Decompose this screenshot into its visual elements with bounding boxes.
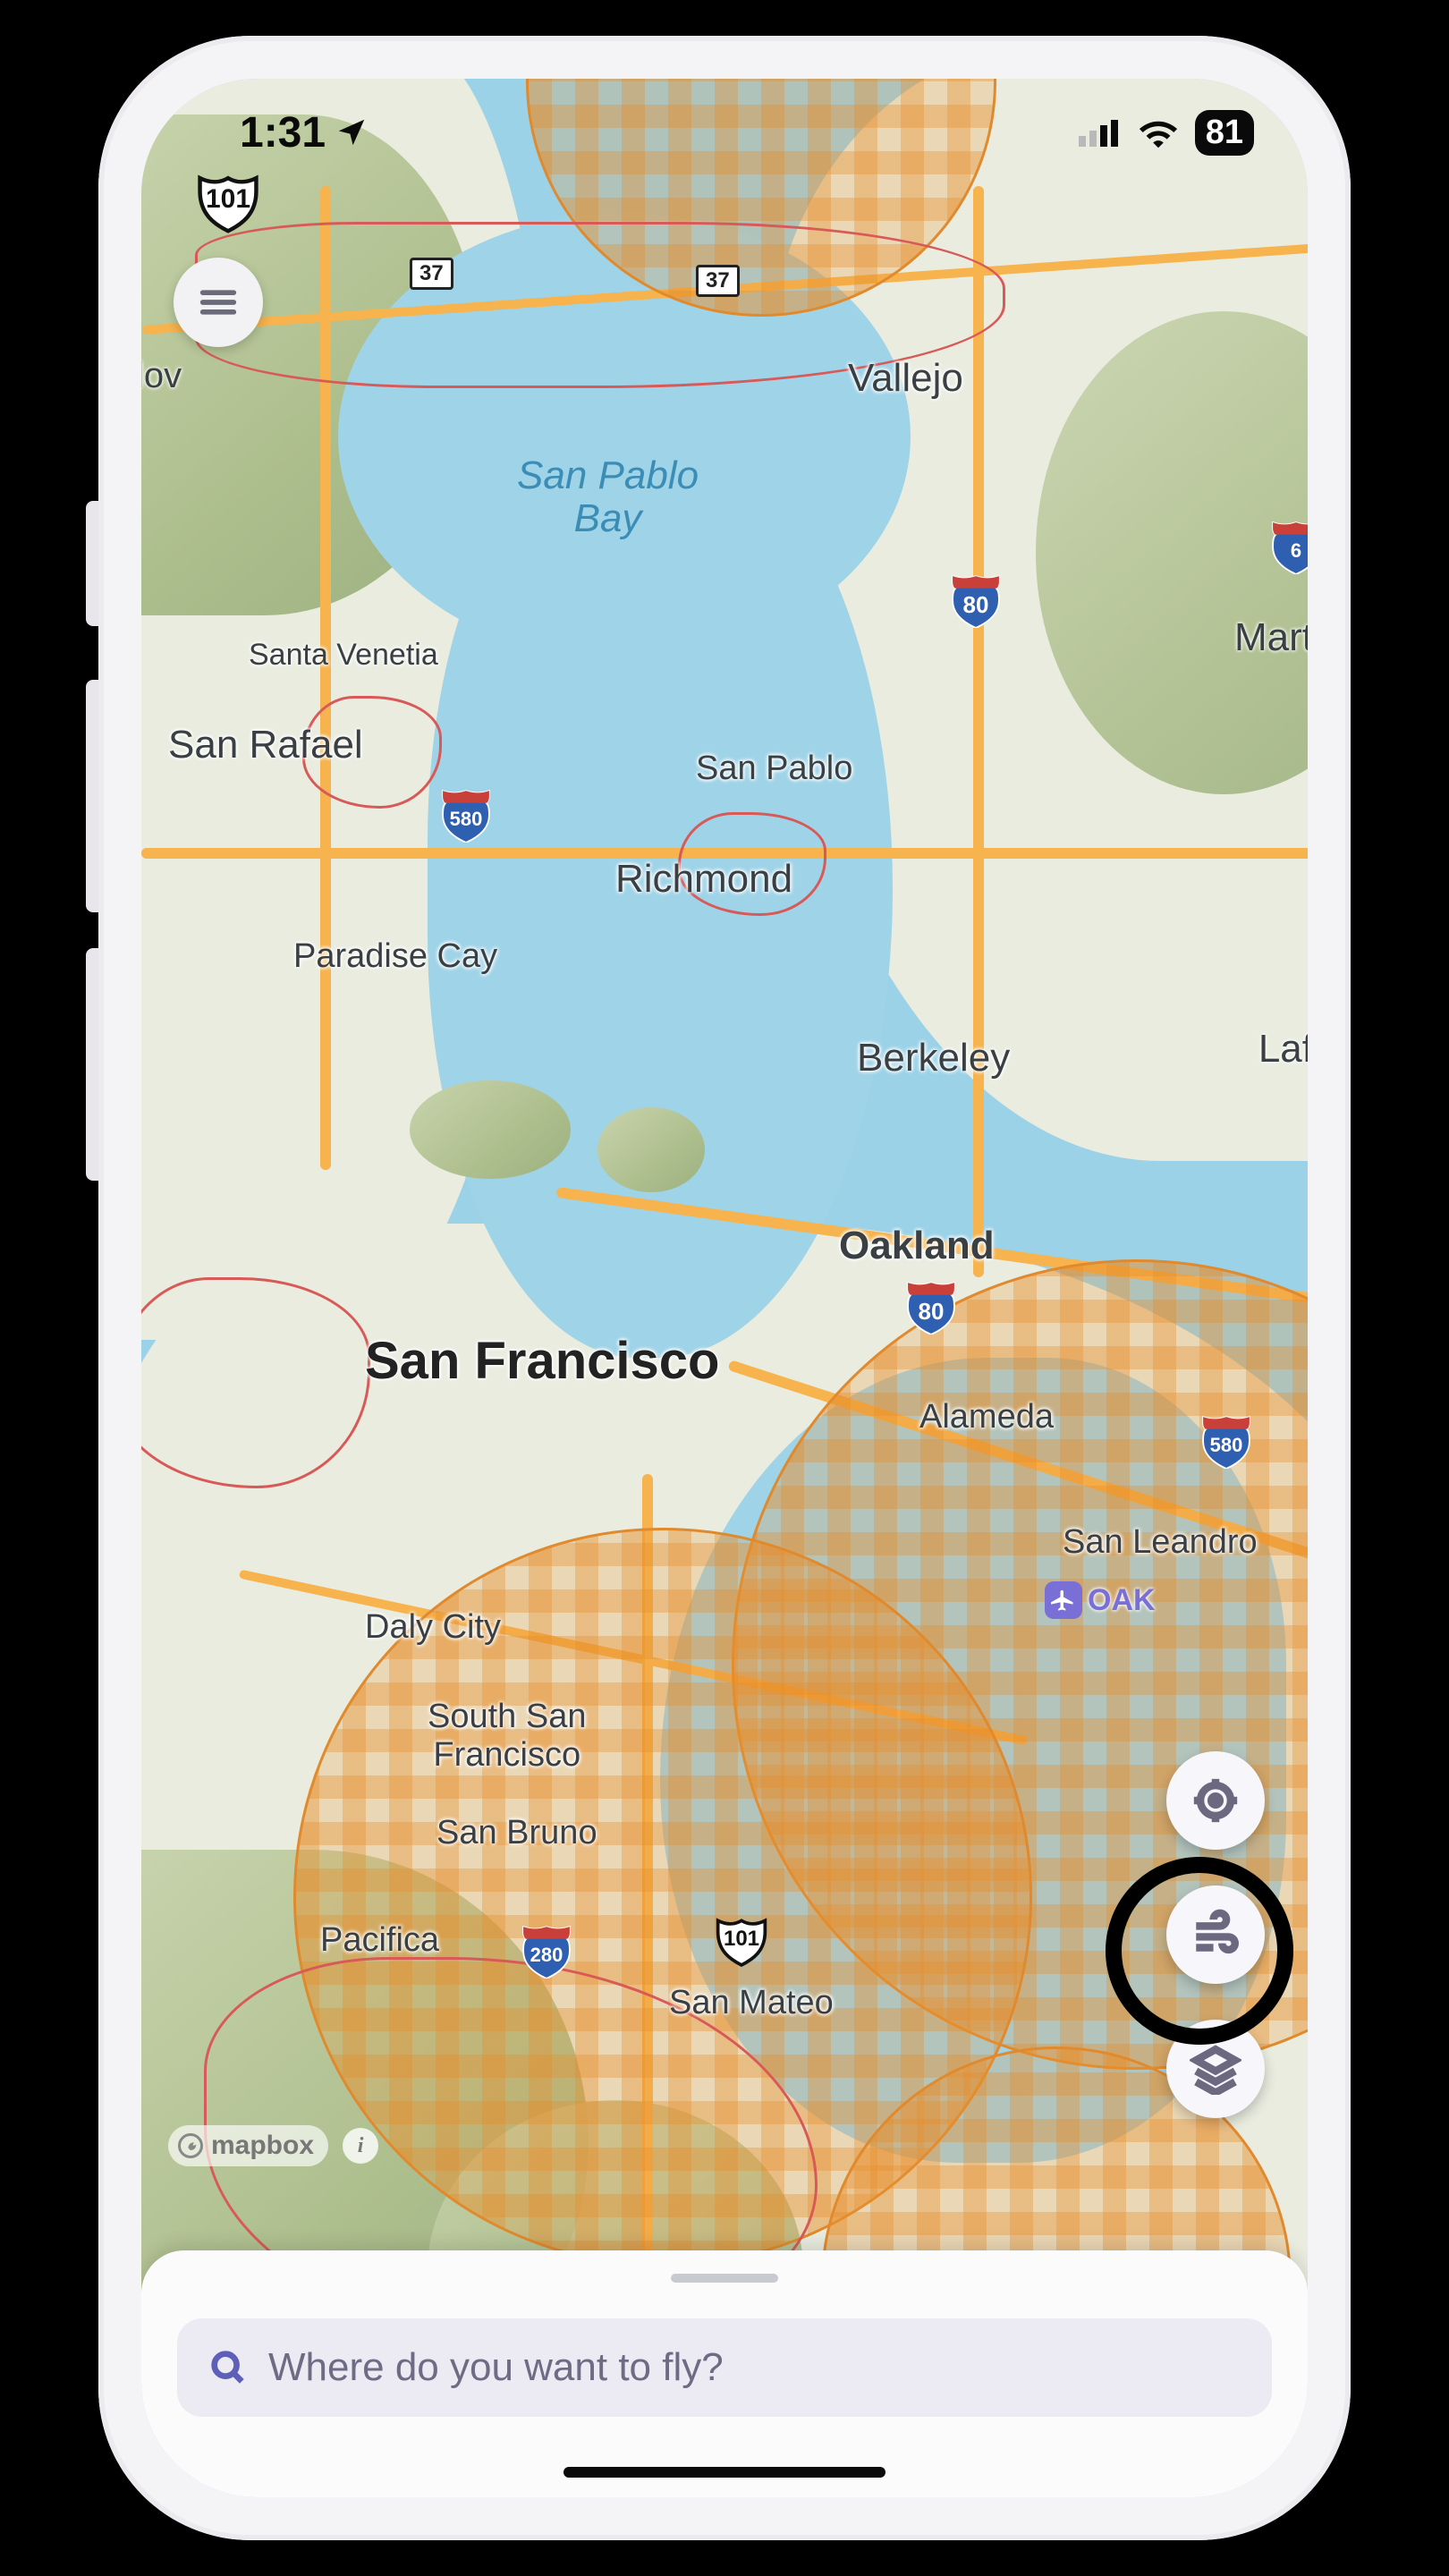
wind-icon (1190, 1909, 1241, 1961)
status-time: 1:31 (240, 108, 326, 157)
layers-icon (1190, 2043, 1241, 2095)
label-san-francisco: San Francisco (365, 1331, 719, 1391)
label-san-rafael: San Rafael (168, 723, 363, 767)
label-south-sf: South San Francisco (428, 1698, 586, 1775)
label-berkeley: Berkeley (857, 1036, 1010, 1080)
home-indicator (564, 2467, 886, 2478)
label-martinez: Mart (1234, 615, 1308, 660)
battery-indicator: 81 (1195, 110, 1254, 156)
route-37-b: 37 (696, 265, 740, 297)
interstate-shield-680: 6 (1267, 517, 1308, 574)
location-arrow-icon (335, 115, 369, 149)
label-san-bruno: San Bruno (436, 1814, 597, 1852)
label-alameda: Alameda (919, 1398, 1054, 1436)
search-placeholder: Where do you want to fly? (268, 2345, 724, 2390)
interstate-shield-580b: 580 (1197, 1411, 1256, 1469)
locate-button[interactable] (1166, 1751, 1265, 1850)
label-san-leandro: San Leandro (1063, 1523, 1258, 1562)
mapbox-icon (177, 2132, 204, 2159)
label-daly-city: Daly City (365, 1608, 501, 1647)
label-lafayette: Laf (1258, 1027, 1308, 1072)
airport-code: OAK (1088, 1583, 1156, 1618)
label-san-mateo: San Mateo (669, 1984, 834, 2022)
search-icon (208, 2347, 249, 2388)
airplane-icon (1045, 1581, 1082, 1619)
label-paradise-cay: Paradise Cay (293, 937, 497, 976)
mapbox-logo[interactable]: mapbox (168, 2125, 328, 2166)
locate-icon (1190, 1775, 1241, 1826)
label-san-pablo-bay: San Pablo Bay (517, 454, 699, 541)
bottom-sheet[interactable]: Where do you want to fly? (141, 2250, 1308, 2497)
us-shield-101b: 101 (714, 1912, 769, 1966)
attribution-info-button[interactable]: i (343, 2128, 378, 2164)
label-san-pablo: San Pablo (696, 750, 852, 788)
label-vallejo: Vallejo (848, 356, 963, 401)
label-santa-venetia: Santa Venetia (249, 638, 438, 673)
interstate-shield-80a: 80 (946, 571, 1005, 628)
wifi-icon (1138, 116, 1179, 148)
route-37-a: 37 (410, 258, 453, 290)
sheet-grabber[interactable] (671, 2274, 778, 2283)
interstate-shield-580a: 580 (436, 785, 496, 843)
cellular-icon (1079, 117, 1122, 148)
search-input[interactable]: Where do you want to fly? (177, 2318, 1272, 2417)
label-richmond: Richmond (615, 857, 792, 902)
screen: San Pablo Bay San Francisco Oakland Berk… (141, 79, 1308, 2497)
interstate-shield-80b: 80 (902, 1277, 961, 1335)
status-bar: 1:31 81 (141, 79, 1308, 186)
layers-button[interactable] (1166, 2020, 1265, 2118)
label-oakland: Oakland (839, 1224, 995, 1268)
interstate-shield-280: 280 (517, 1921, 576, 1979)
label-novato: lov (141, 356, 182, 396)
hamburger-icon (195, 279, 242, 326)
weather-button[interactable] (1166, 1885, 1265, 1984)
menu-button[interactable] (174, 258, 263, 347)
label-pacifica: Pacifica (320, 1921, 439, 1960)
airport-oak: OAK (1045, 1581, 1156, 1619)
map-attribution: mapbox i (168, 2125, 378, 2166)
phone-frame: San Pablo Bay San Francisco Oakland Berk… (98, 36, 1351, 2540)
